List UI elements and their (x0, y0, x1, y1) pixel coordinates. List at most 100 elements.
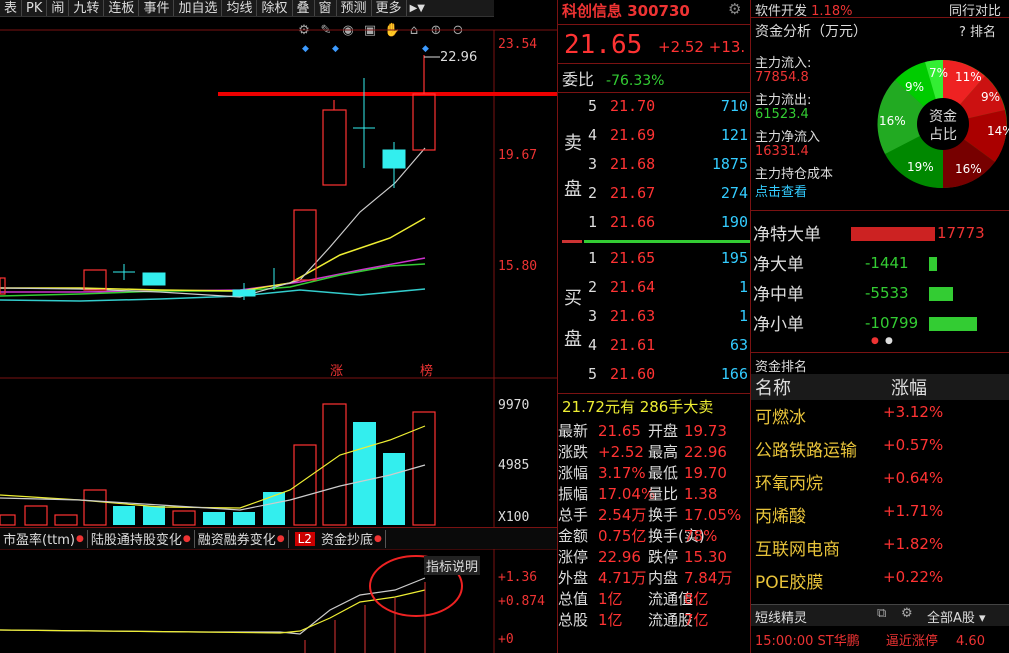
order-book-row: 2 21.67 274 (558, 184, 750, 212)
net-flow-row: 净小单 -10799 (751, 310, 1009, 338)
rank-row[interactable]: POE胶膜 +0.22% (751, 568, 1009, 601)
book-lvl: 2 (588, 278, 598, 296)
rank-title: 资金排名 (755, 360, 808, 375)
book-lvl: 5 (588, 97, 598, 115)
rank-name: 丙烯酸 (755, 507, 806, 527)
order-book-row: 1 21.66 190 (558, 213, 750, 241)
quote-cell: 15.30 (684, 548, 727, 566)
quote-row: 涨幅 3.17% 最低 19.70 (558, 463, 750, 484)
help-icon[interactable]: ? 排名 (959, 21, 996, 40)
book-q: 1 (738, 278, 748, 296)
buy-label-2: 盘 (564, 329, 582, 350)
price-axis-1: 23.54 (498, 37, 538, 52)
vol-axis-2: 4985 (498, 458, 530, 473)
quote-cell: 流通股 (648, 611, 694, 629)
fund-value: 77854.8 (755, 70, 809, 85)
book-lvl: 1 (588, 213, 598, 231)
book-p: 21.63 (610, 307, 656, 325)
rank-row[interactable]: 可燃冰 +3.12% (751, 403, 1009, 436)
rank-row[interactable]: 丙烯酸 +1.71% (751, 502, 1009, 535)
rank-name: 环氧丙烷 (755, 474, 823, 494)
net-bar (929, 287, 953, 301)
book-p: 21.65 (610, 249, 656, 267)
pie-label: 7% (929, 66, 949, 80)
net-label: 净大单 (753, 255, 804, 275)
quote-cell: 内盘 (648, 569, 679, 587)
rank-row[interactable]: 环氧丙烷 +0.64% (751, 469, 1009, 502)
book-p: 21.70 (610, 97, 656, 115)
l2-badge: L2 (294, 531, 315, 546)
book-q: 1 (738, 307, 748, 325)
rank-row[interactable]: 互联网电商 +1.82% (751, 535, 1009, 568)
rank-change: +0.64% (883, 469, 944, 487)
book-q: 121 (720, 126, 748, 144)
quote-row: 涨停 22.96 跌停 15.30 (558, 547, 750, 568)
sell-label: 卖 (564, 133, 582, 154)
quote-cell: 总值 (558, 590, 589, 608)
net-label: 净特大单 (753, 225, 821, 245)
popout-icon[interactable]: ⧉ (877, 606, 886, 621)
stock-filter[interactable]: 全部A股 ▾ (927, 607, 986, 626)
quote-row: 外盘 4.71万 内盘 7.84万 (558, 568, 750, 589)
quote-cell: 最新 (558, 422, 589, 440)
quote-cell: 1亿 (598, 590, 623, 608)
book-q: 195 (720, 249, 748, 267)
tab-bottom-fishing[interactable]: 资金抄底 ● (318, 529, 386, 548)
fund-value[interactable]: 点击查看 (755, 181, 807, 200)
ind-axis-3: +0 (498, 632, 514, 647)
quote-cell: 2.54万 (598, 506, 647, 524)
net-value: -1441 (865, 254, 909, 272)
book-p: 21.64 (610, 278, 656, 296)
quote-cell: 开盘 (648, 422, 679, 440)
quote-cell: 总股 (558, 611, 589, 629)
quote-cell: 涨跌 (558, 443, 589, 461)
short-line-bar: 短线精灵 ⧉ ⚙ 全部A股 ▾ (751, 604, 1009, 626)
gear-icon[interactable]: ⚙ (728, 0, 741, 18)
quote-cell: 涨幅 (558, 464, 589, 482)
tab-pe[interactable]: 市盈率(ttm) ● (0, 529, 88, 548)
book-p: 21.67 (610, 184, 656, 202)
net-flow-row: 净特大单 17773 (751, 220, 1009, 248)
price-axis-2: 19.67 (498, 148, 538, 163)
rank-change: +0.57% (883, 436, 944, 454)
quote-cell: 流通值 (648, 590, 694, 608)
book-q: 190 (720, 213, 748, 231)
rank-name: 公路铁路运输 (755, 441, 857, 461)
rank-name: 互联网电商 (755, 540, 840, 560)
sell-label-2: 盘 (564, 179, 582, 200)
order-book-row: 4 21.61 63 (558, 336, 750, 364)
quote-cell: 4.71万 (598, 569, 647, 587)
tab-hk-connect[interactable]: 陆股通持股变化 ● (88, 529, 195, 548)
order-book-row: 3 21.63 1 (558, 307, 750, 335)
order-book-row: 5 21.60 166 (558, 365, 750, 393)
short-line-row[interactable]: 15:00:00 ST华鹏 逼近涨停 4.60 (755, 630, 985, 649)
quote-cell: 金额 (558, 527, 589, 545)
book-p: 21.68 (610, 155, 656, 173)
ind-axis-2: +0.874 (498, 594, 545, 609)
indicator-help[interactable]: 指标说明 (424, 556, 481, 575)
pie-label: 14% (987, 124, 1009, 138)
quote-cell: +2.52 (598, 443, 644, 461)
fund-value: 16331.4 (755, 144, 809, 159)
net-label: 净中单 (753, 285, 804, 305)
quote-cell: 总手 (558, 506, 589, 524)
pie-label: 16% (955, 162, 982, 176)
quote-cell: 涨停 (558, 548, 589, 566)
order-book-row: 2 21.64 1 (558, 278, 750, 306)
pie-label: 19% (907, 160, 934, 174)
settings-icon[interactable]: ⚙ (901, 606, 913, 621)
net-value: 17773 (937, 224, 985, 242)
book-p: 21.69 (610, 126, 656, 144)
stock-title: 科创信息 300730 (562, 2, 690, 20)
tab-margin[interactable]: 融资融券变化 ● (195, 529, 289, 548)
rank-row[interactable]: 公路铁路运输 +0.57% (751, 436, 1009, 469)
rank-name: 可燃冰 (755, 408, 806, 428)
quote-panel: 科创信息 300730 ⚙ 21.65 +2.52 +13. 委比 -76.33%… (558, 0, 750, 653)
book-p: 21.61 (610, 336, 656, 354)
book-lvl: 3 (588, 307, 598, 325)
short-line-title: 短线精灵 (755, 611, 808, 626)
quote-cell: 7亿 (684, 611, 709, 629)
high-annotation: 22.96 (440, 50, 478, 65)
quote-cell: 1.38 (684, 485, 718, 503)
net-value: -10799 (865, 314, 919, 332)
